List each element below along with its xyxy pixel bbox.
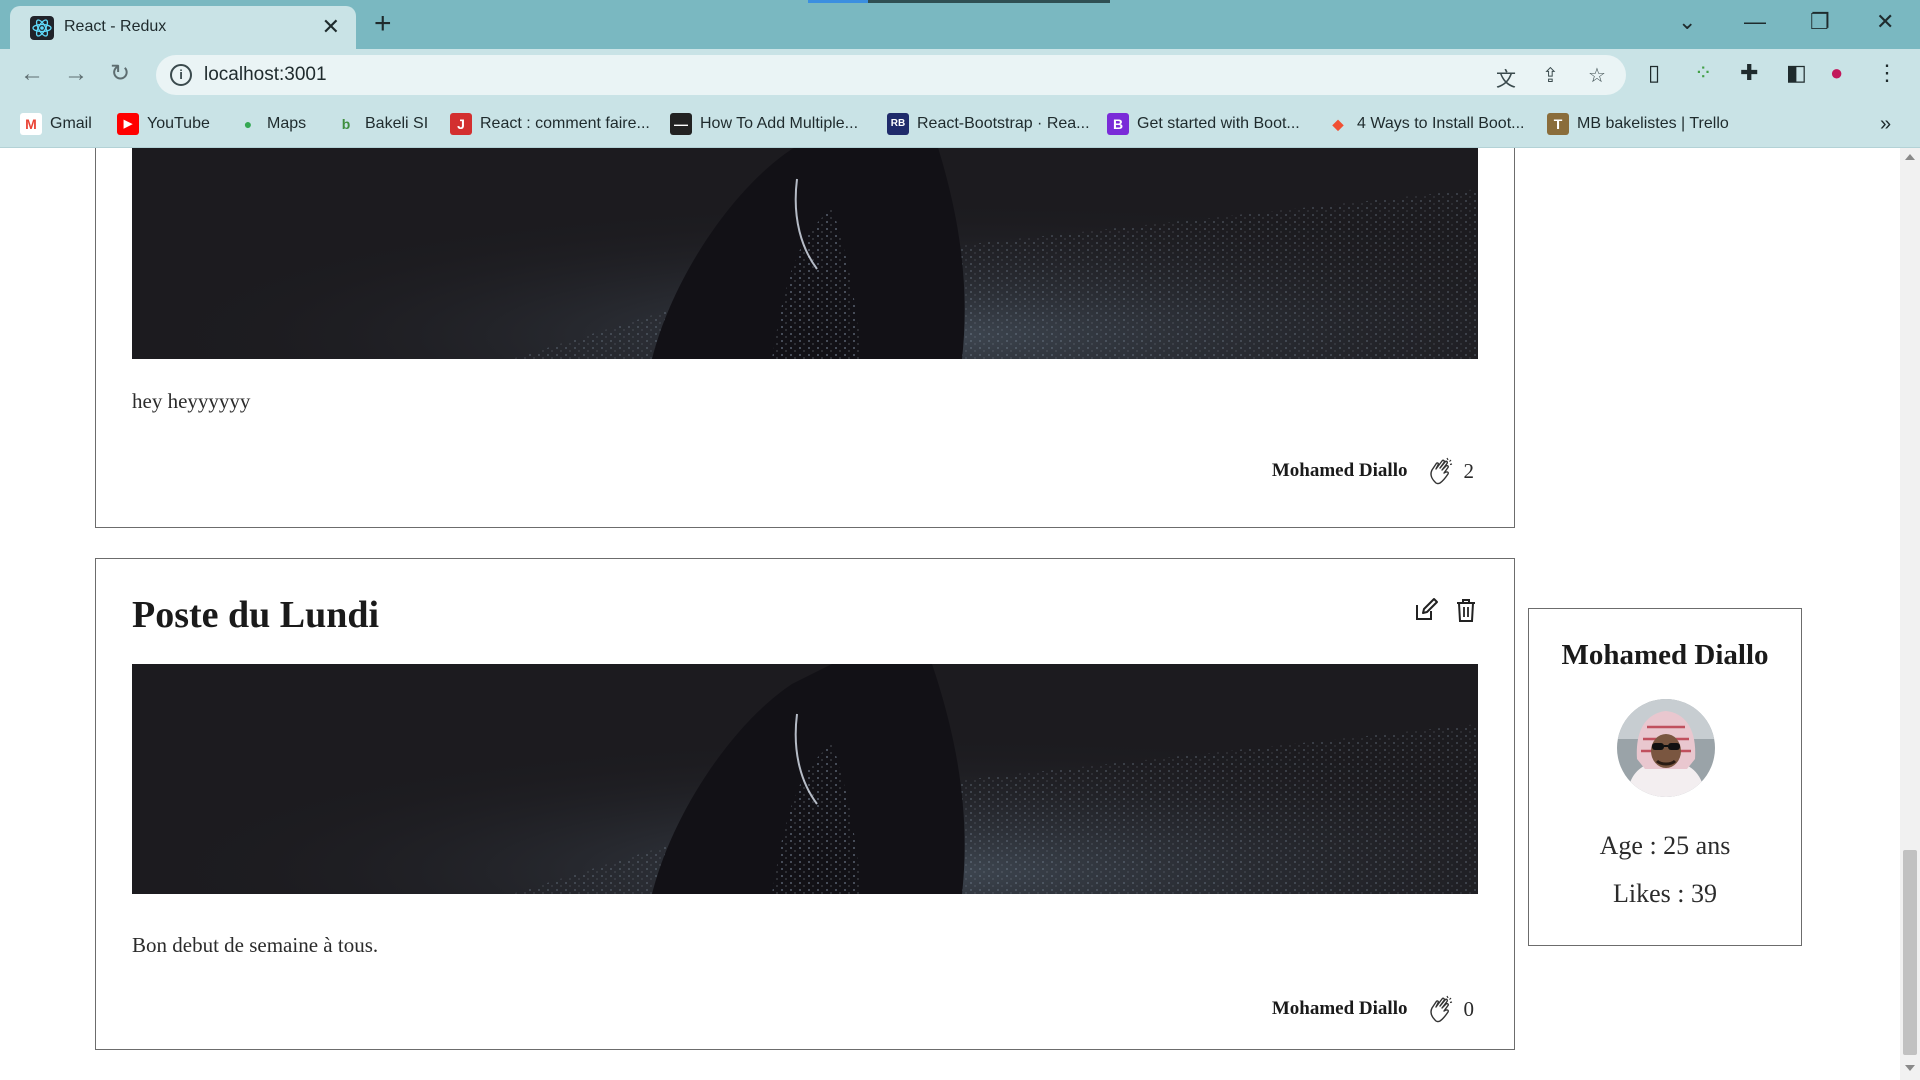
browser-menu-icon[interactable]: ⋮ (1876, 60, 1898, 86)
page-icon: — (670, 112, 692, 135)
post-author: Mohamed Diallo (1271, 998, 1408, 1019)
post-footer: Mohamed Diallo 0 (1272, 994, 1474, 1024)
profile-card: Mohamed Diallo Age : 25 ans Likes : 39 (1528, 608, 1802, 946)
site-info-icon[interactable]: i (170, 64, 192, 86)
bakeli-icon: b (341, 115, 351, 132)
page-scrollbar[interactable] (1900, 148, 1920, 1080)
page-viewport: hey heyyyyyy Mohamed Diallo 2 Poste du L… (0, 148, 1900, 1080)
extension-doc-icon[interactable]: ▯ (1648, 60, 1660, 86)
bookmark-react-bootstrap[interactable]: RB React-Bootstrap · Rea... (887, 112, 1090, 136)
profile-likes: Likes : 39 (1613, 879, 1717, 908)
avatar (1617, 699, 1715, 797)
reload-icon[interactable]: ↻ (110, 61, 130, 87)
journal-icon: J (450, 112, 472, 135)
tab-title: React - Redux (64, 18, 167, 35)
tab-close-button[interactable]: ✕ (322, 15, 340, 39)
bookmark-youtube[interactable]: ▶ YouTube (117, 112, 210, 136)
post-footer: Mohamed Diallo 2 (1272, 456, 1474, 486)
window-close-button[interactable]: ✕ (1876, 8, 1894, 36)
trello-icon: T (1547, 112, 1569, 135)
restore-button[interactable]: ❐ (1810, 8, 1830, 36)
youtube-icon: ▶ (117, 112, 139, 135)
bootstrap-icon: B (1107, 112, 1129, 135)
address-bar[interactable]: i localhost:3001 文 ⇪ ☆ (156, 55, 1626, 95)
maps-icon: ● (243, 115, 253, 132)
bookmark-gmail[interactable]: M Gmail (20, 112, 92, 136)
bookmarks-overflow-button[interactable]: » (1880, 112, 1891, 136)
git-icon: ◆ (1332, 115, 1344, 132)
minimize-button[interactable]: — (1744, 8, 1766, 36)
post-like-count: 2 (1463, 458, 1475, 483)
react-logo-icon (30, 16, 54, 40)
post-text: hey heyyyyyy (132, 389, 251, 413)
browser-toolbar: ← → ↻ i localhost:3001 文 ⇪ ☆ (0, 49, 1920, 101)
bookmark-install-bootstrap[interactable]: ◆ 4 Ways to Install Boot... (1327, 112, 1525, 136)
scroll-down-arrow-icon[interactable] (1905, 1065, 1915, 1071)
bookmark-maps[interactable]: ● Maps (237, 112, 306, 136)
extensions-puzzle-icon[interactable]: ✚ (1740, 60, 1758, 86)
browser-tab-strip: React - Redux ✕ + ⌄ — ❐ ✕ (0, 0, 1920, 49)
bookmark-star-icon[interactable]: ☆ (1588, 63, 1606, 88)
bookmarks-bar: M Gmail ▶ YouTube ● Maps b Bakeli SI J React … (0, 101, 1920, 148)
browser-tab[interactable]: React - Redux ✕ (10, 6, 356, 49)
clap-icon[interactable] (1426, 456, 1456, 486)
edit-icon[interactable] (1413, 597, 1439, 623)
trash-icon[interactable] (1453, 597, 1479, 623)
post-title: Poste du Lundi (132, 594, 380, 636)
post-image-art (132, 148, 1478, 359)
profile-name: Mohamed Diallo (1561, 639, 1769, 671)
address-url[interactable]: localhost:3001 (204, 64, 327, 86)
forward-arrow-icon[interactable]: → (64, 61, 88, 87)
profile-age: Age : 25 ans (1599, 831, 1731, 860)
bookmark-bootstrap[interactable]: B Get started with Boot... (1107, 112, 1300, 136)
translate-icon[interactable]: 文 (1496, 63, 1516, 92)
tab-strip-indicator (808, 0, 1110, 3)
post-image (132, 148, 1478, 359)
bookmark-bakeli[interactable]: b Bakeli SI (335, 112, 428, 136)
bookmark-trello[interactable]: T MB bakelistes | Trello (1547, 112, 1729, 136)
gmail-icon: M (20, 112, 42, 135)
post-image (132, 664, 1478, 894)
post-text: Bon debut de semaine à tous. (132, 933, 379, 957)
post-image-art (132, 664, 1478, 894)
scroll-up-arrow-icon[interactable] (1905, 154, 1915, 160)
clap-icon[interactable] (1426, 994, 1456, 1024)
tab-search-button[interactable]: ⌄ (1678, 8, 1696, 36)
extension-dots-icon[interactable]: ⁘ (1694, 60, 1712, 86)
bookmark-how-to-add[interactable]: — How To Add Multiple... (670, 112, 858, 136)
new-tab-button[interactable]: + (374, 8, 392, 40)
react-bootstrap-icon: RB (887, 112, 909, 135)
bookmark-react-comment[interactable]: J React : comment faire... (450, 112, 650, 136)
post-card: Poste du Lundi Bon debut de semaine à to… (95, 558, 1515, 1050)
post-author: Mohamed Diallo (1271, 460, 1408, 481)
share-icon[interactable]: ⇪ (1542, 63, 1559, 88)
back-arrow-icon[interactable]: ← (20, 61, 44, 87)
post-card: hey heyyyyyy Mohamed Diallo 2 (95, 148, 1515, 528)
post-like-count: 0 (1463, 996, 1475, 1021)
scrollbar-thumb[interactable] (1903, 850, 1917, 1055)
profile-avatar-icon[interactable]: ● (1830, 60, 1843, 86)
side-panel-icon[interactable]: ◧ (1786, 60, 1807, 86)
